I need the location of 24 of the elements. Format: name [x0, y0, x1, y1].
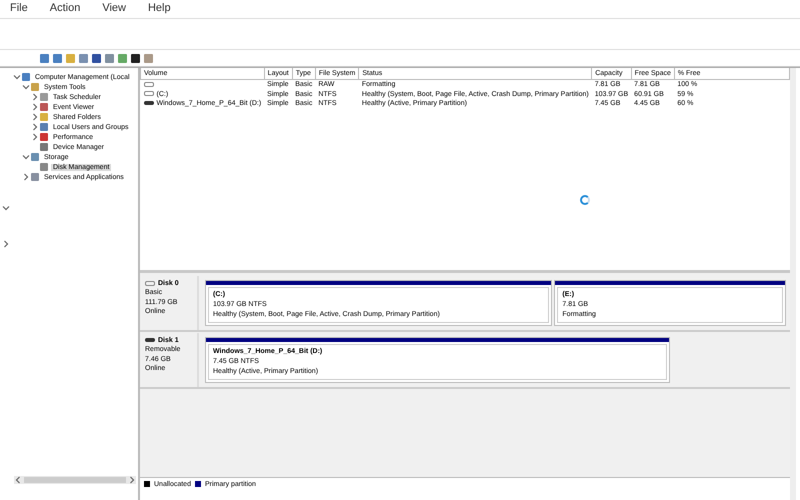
tree-node-icon [40, 113, 48, 121]
tree-node-icon [31, 173, 39, 181]
usb-drive-icon [145, 338, 155, 342]
drive-icon [145, 280, 155, 286]
tree-node-icon [22, 73, 30, 81]
tree-node-icon [40, 123, 48, 131]
chevron-down-icon[interactable] [2, 204, 10, 212]
menu-item[interactable]: Action [48, 2, 82, 16]
loading-spinner-icon [580, 195, 590, 205]
menu-item[interactable]: View [100, 2, 128, 16]
tree-node-icon [40, 93, 48, 101]
tree-node-icon [40, 143, 48, 151]
scroll-right-icon[interactable] [128, 476, 136, 484]
tree-node-icon [40, 133, 48, 141]
tree-node-icon [31, 153, 39, 161]
chevron-right-icon[interactable] [2, 240, 10, 248]
usb-drive-icon [144, 101, 154, 106]
menu-item[interactable]: File [8, 2, 30, 16]
tree-node-icon [31, 83, 39, 91]
scroll-left-icon[interactable] [14, 476, 22, 484]
tree-node-icon [40, 103, 48, 111]
tree-node-icon [40, 163, 48, 171]
horizontal-scrollbar[interactable] [14, 476, 136, 484]
menu-item[interactable]: Help [146, 2, 173, 16]
